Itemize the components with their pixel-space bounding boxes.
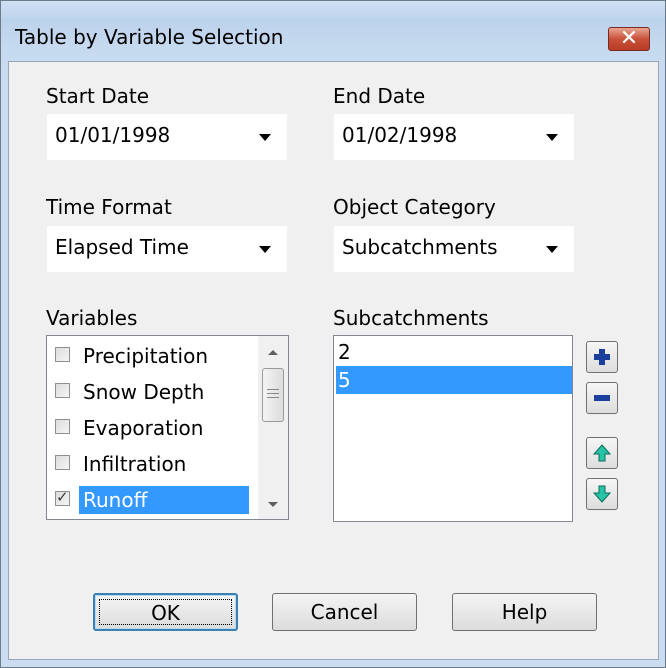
- objects-listbox[interactable]: 2 5: [333, 335, 573, 522]
- checkbox[interactable]: [55, 488, 70, 506]
- checkbox[interactable]: [55, 347, 70, 362]
- ok-button[interactable]: OK: [93, 593, 238, 631]
- move-up-button[interactable]: [586, 437, 618, 469]
- grip-icon: [267, 389, 279, 398]
- variable-label: Snow Depth: [83, 380, 205, 404]
- list-item[interactable]: 2: [336, 338, 572, 366]
- start-date-label: Start Date: [46, 84, 150, 108]
- plus-icon: [594, 349, 610, 365]
- object-category-dropdown[interactable]: Subcatchments: [333, 225, 575, 273]
- time-format-dropdown[interactable]: Elapsed Time: [46, 225, 288, 273]
- help-button-label: Help: [501, 600, 548, 624]
- list-item[interactable]: Evaporation: [49, 410, 277, 446]
- cancel-button[interactable]: Cancel: [272, 593, 417, 631]
- variable-label: Precipitation: [83, 344, 209, 368]
- time-format-label: Time Format: [46, 195, 172, 219]
- close-button[interactable]: ✕: [608, 26, 650, 51]
- list-item[interactable]: Precipitation: [49, 338, 277, 374]
- focus-ring: [99, 599, 232, 625]
- cancel-button-label: Cancel: [310, 600, 379, 624]
- add-button[interactable]: [586, 341, 618, 373]
- object-category-label: Object Category: [333, 195, 496, 219]
- list-item[interactable]: Infiltration: [49, 446, 277, 482]
- variable-label: Runoff: [79, 486, 249, 514]
- move-down-button[interactable]: [586, 478, 618, 510]
- objects-label: Subcatchments: [333, 306, 489, 330]
- arrow-up-icon: [593, 444, 611, 462]
- minus-icon: [594, 395, 610, 401]
- variables-label: Variables: [46, 306, 138, 330]
- chevron-down-icon: [259, 134, 271, 141]
- checkbox[interactable]: [55, 419, 70, 434]
- end-date-dropdown[interactable]: 01/02/1998: [333, 113, 575, 161]
- dialog-window: Table by Variable Selection ✕ Start Date…: [0, 0, 666, 668]
- remove-button[interactable]: [586, 382, 618, 414]
- window-title: Table by Variable Selection: [15, 25, 284, 49]
- list-item[interactable]: Runoff: [49, 482, 277, 518]
- help-button[interactable]: Help: [452, 593, 597, 631]
- scroll-up-icon[interactable]: [268, 350, 278, 355]
- chevron-down-icon: [546, 246, 558, 253]
- scroll-thumb[interactable]: [262, 368, 284, 422]
- variable-label: Infiltration: [83, 452, 187, 476]
- start-date-value: 01/01/1998: [55, 123, 171, 147]
- scrollbar[interactable]: [258, 336, 288, 519]
- end-date-label: End Date: [333, 84, 426, 108]
- start-date-dropdown[interactable]: 01/01/1998: [46, 113, 288, 161]
- end-date-value: 01/02/1998: [342, 123, 458, 147]
- checkbox[interactable]: [55, 383, 70, 398]
- close-icon: ✕: [619, 26, 639, 51]
- checkbox[interactable]: [55, 455, 70, 470]
- list-item[interactable]: Snow Depth: [49, 374, 277, 410]
- chevron-down-icon: [259, 246, 271, 253]
- arrow-down-icon: [593, 485, 611, 503]
- variable-label: Evaporation: [83, 416, 204, 440]
- object-category-value: Subcatchments: [342, 235, 498, 259]
- list-item[interactable]: 5: [336, 366, 572, 394]
- scroll-down-icon[interactable]: [268, 502, 278, 507]
- variables-listbox[interactable]: Precipitation Snow Depth Evaporation Inf…: [46, 335, 289, 520]
- dialog-body: Start Date 01/01/1998 End Date 01/02/199…: [8, 61, 659, 660]
- time-format-value: Elapsed Time: [55, 235, 189, 259]
- chevron-down-icon: [546, 134, 558, 141]
